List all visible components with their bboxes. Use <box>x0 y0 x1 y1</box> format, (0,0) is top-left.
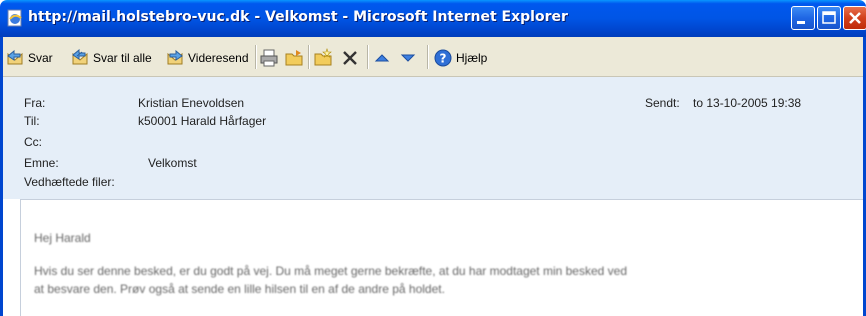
to-value[interactable]: k50001 Harald Hårfager <box>138 114 266 128</box>
message-line-1: Hvis du ser denne besked, er du godt på … <box>34 264 628 278</box>
message-header: Fra: Kristian Enevoldsen Til: k50001 Har… <box>3 77 863 199</box>
help-icon: ? <box>434 49 452 67</box>
attachments-label: Vedhæftede filer: <box>24 175 115 189</box>
next-icon <box>400 54 416 62</box>
sent-value: to 13-10-2005 19:38 <box>693 96 802 110</box>
subject-label: Emne: <box>24 156 59 170</box>
reply-all-label: Svar til alle <box>93 51 152 65</box>
reply-all-icon <box>72 48 88 65</box>
toolbar-separator <box>427 45 429 69</box>
next-message-button[interactable] <box>398 47 421 69</box>
forward-button[interactable]: Videresend <box>165 47 249 69</box>
ie-page-icon <box>7 9 22 27</box>
reply-label: Svar <box>28 51 53 65</box>
minimize-button[interactable] <box>791 6 815 30</box>
help-label: Hjælp <box>456 51 488 65</box>
previous-icon <box>374 54 390 62</box>
reply-icon <box>7 49 23 65</box>
subject-value: Velkomst <box>148 156 197 170</box>
message-line-2: at besvare den. Prøv også at sende en li… <box>34 282 445 296</box>
to-label: Til: <box>24 114 40 128</box>
move-to-folder-button[interactable] <box>284 47 307 69</box>
title-bar[interactable]: http://mail.holstebro-vuc.dk - Velkomst … <box>0 0 866 37</box>
delete-icon <box>343 51 357 65</box>
browser-window: http://mail.holstebro-vuc.dk - Velkomst … <box>0 0 866 316</box>
window-title: http://mail.holstebro-vuc.dk - Velkomst … <box>28 9 568 25</box>
close-button[interactable] <box>843 6 866 30</box>
cc-label: Cc: <box>24 135 42 149</box>
from-label: Fra: <box>24 96 46 110</box>
toolbar-separator <box>255 45 257 69</box>
delete-button[interactable] <box>340 47 363 69</box>
close-icon <box>849 12 861 24</box>
toolbar-separator <box>308 45 310 69</box>
help-button[interactable]: ? Hjælp <box>433 47 487 69</box>
maximize-button[interactable] <box>817 6 841 30</box>
svg-text:?: ? <box>440 52 447 66</box>
print-button[interactable] <box>259 47 282 69</box>
forward-label: Videresend <box>188 51 249 65</box>
sent-label: Sendt: <box>645 96 680 110</box>
minimize-icon <box>797 21 805 24</box>
new-folder-button[interactable] <box>313 47 336 69</box>
previous-message-button[interactable] <box>372 47 395 69</box>
maximize-icon <box>822 11 836 24</box>
from-value[interactable]: Kristian Enevoldsen <box>138 96 244 110</box>
print-icon <box>260 49 278 67</box>
message-body[interactable]: Hej Harald Hvis du ser denne besked, er … <box>20 199 863 316</box>
reply-all-button[interactable]: Svar til alle <box>70 47 152 69</box>
reply-button[interactable]: Svar <box>5 47 53 69</box>
forward-icon <box>167 49 183 65</box>
message-greeting: Hej Harald <box>34 231 91 245</box>
new-folder-icon <box>314 48 332 66</box>
move-folder-icon <box>285 50 303 66</box>
toolbar-separator <box>367 45 369 69</box>
message-toolbar: Svar Svar til alle Videresend ? Hjælp <box>0 37 866 77</box>
